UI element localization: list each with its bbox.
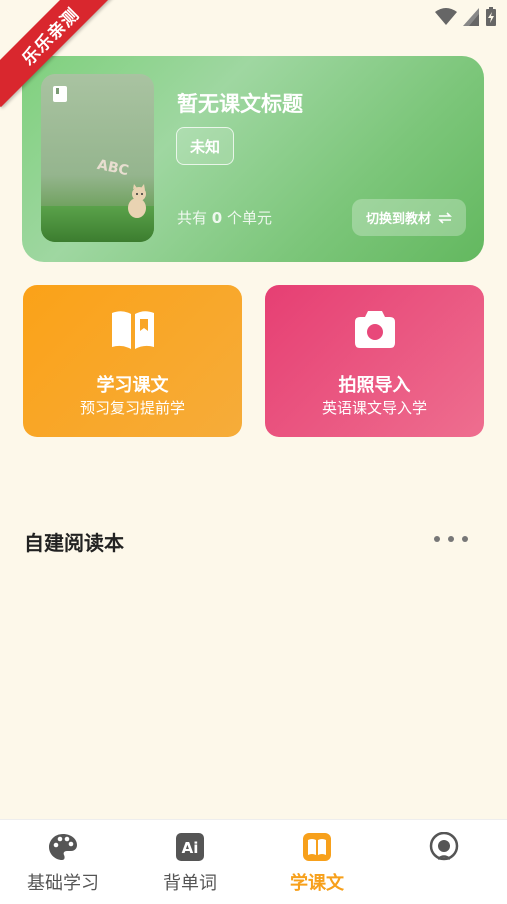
photo-import-subtitle: 英语课文导入学 xyxy=(321,399,427,417)
textbook-cover[interactable]: ABC xyxy=(41,74,154,242)
tab-label: 基础学习 xyxy=(27,873,99,894)
photo-import-title: 拍照导入 xyxy=(338,375,411,396)
learn-text-subtitle: 预习复习提前学 xyxy=(79,399,185,417)
tab-label: 背单词 xyxy=(163,873,217,894)
tab-learn-text[interactable]: 学课文 xyxy=(262,820,372,904)
tab-label: 学课文 xyxy=(290,873,344,894)
open-book-icon xyxy=(111,311,154,349)
bottom-tab-bar: 基础学习 Ai 背单词 学课文 xyxy=(0,819,507,904)
cover-letters: ABC xyxy=(95,156,131,180)
unit-count-text: 共有 0 个单元 xyxy=(177,207,272,228)
textbook-hero-card[interactable]: ABC 暂无课文标题 未知 共有 0 个单元 切换到教材 xyxy=(22,56,484,262)
book-icon xyxy=(303,833,331,861)
camera-icon xyxy=(354,311,395,348)
learn-text-card[interactable]: 学习课文 预习复习提前学 xyxy=(23,285,242,437)
units-count: 0 xyxy=(211,209,223,227)
palette-icon xyxy=(49,834,77,860)
ai-icon: Ai xyxy=(176,833,204,861)
tab-basic-learning[interactable]: 基础学习 xyxy=(8,820,118,904)
svg-text:Ai: Ai xyxy=(182,839,199,857)
status-icons xyxy=(435,7,497,27)
units-suffix: 个单元 xyxy=(227,209,273,227)
signal-icon xyxy=(463,8,479,26)
wifi-icon xyxy=(435,8,457,25)
profile-icon xyxy=(429,832,459,861)
status-badge: 未知 xyxy=(176,127,234,165)
bookmark-icon xyxy=(53,86,67,102)
lesson-title: 暂无课文标题 xyxy=(177,92,303,116)
battery-icon xyxy=(486,7,496,26)
switch-textbook-button[interactable]: 切换到教材 xyxy=(352,199,466,236)
cat-illustration xyxy=(128,184,146,218)
switch-textbook-label: 切换到教材 xyxy=(365,212,431,227)
units-prefix: 共有 xyxy=(177,209,208,227)
more-options-icon[interactable] xyxy=(434,531,468,547)
tab-vocabulary[interactable]: Ai 背单词 xyxy=(135,820,245,904)
swap-arrows-icon xyxy=(438,211,452,224)
photo-import-card[interactable]: 拍照导入 英语课文导入学 xyxy=(265,285,484,437)
tab-profile[interactable] xyxy=(389,820,499,904)
section-title: 自建阅读本 xyxy=(24,531,124,555)
learn-text-title: 学习课文 xyxy=(96,375,169,396)
